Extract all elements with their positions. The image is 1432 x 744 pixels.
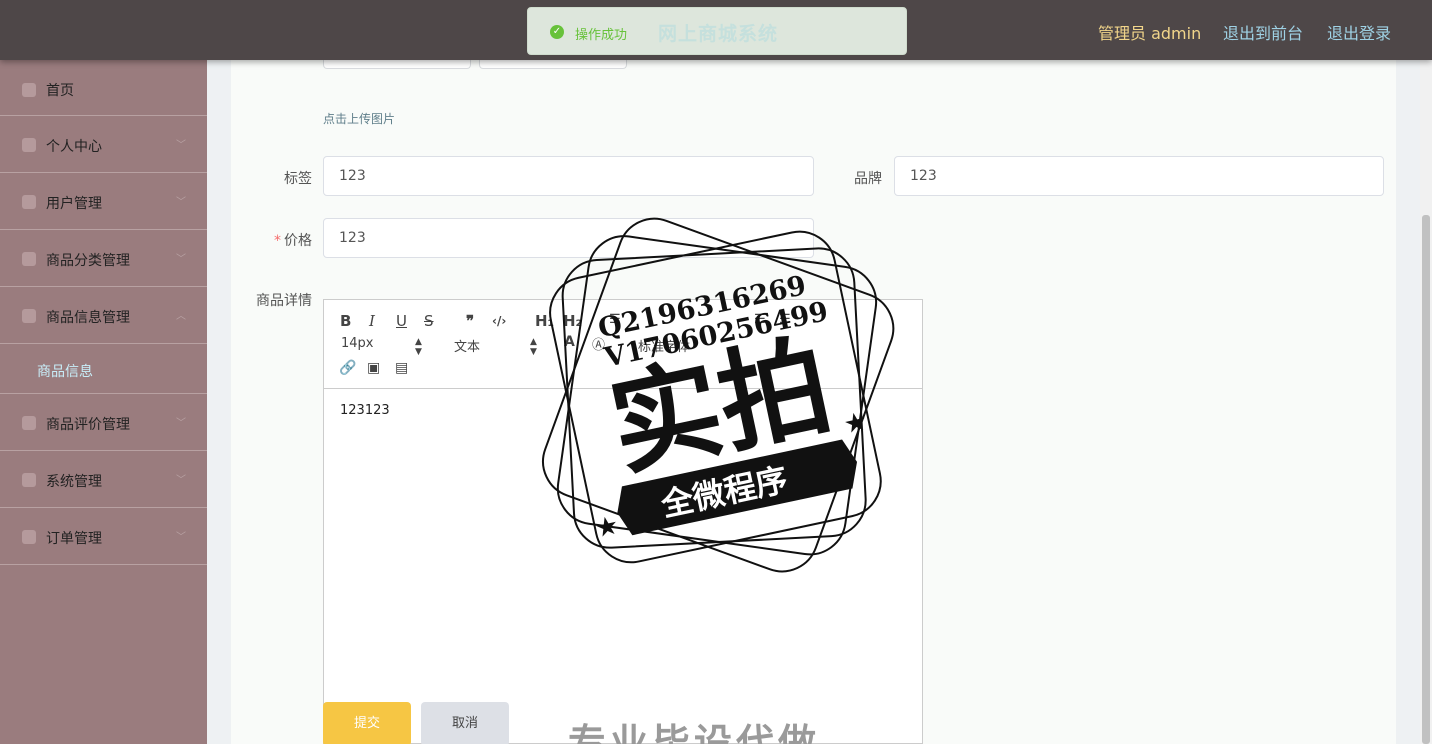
upload-image-slot[interactable] bbox=[479, 60, 627, 69]
sidebar-item-label: 用户管理 bbox=[46, 196, 102, 212]
font-size-select[interactable]: 14px ▲ ▼ bbox=[341, 336, 431, 357]
select-caret-icon: ▲ ▼ bbox=[415, 337, 422, 357]
tag-input[interactable] bbox=[323, 156, 814, 196]
chevron-down-icon: ﹀ bbox=[176, 140, 186, 151]
category-icon bbox=[22, 252, 36, 266]
chevron-down-icon: ﹀ bbox=[176, 418, 186, 429]
tag-label: 标签 bbox=[284, 171, 312, 187]
check-circle-icon: ✓ bbox=[550, 25, 564, 39]
exit-to-front-link[interactable]: 退出到前台 bbox=[1223, 20, 1303, 44]
star-icon: ★ bbox=[592, 510, 621, 544]
sidebar-item-label: 商品信息管理 bbox=[46, 310, 130, 326]
briefcase-icon bbox=[22, 473, 36, 487]
sidebar-item-label: 首页 bbox=[46, 83, 74, 99]
goods-icon bbox=[22, 309, 36, 323]
sidebar-item-label: 个人中心 bbox=[46, 139, 102, 155]
text-type-value: 文本 bbox=[454, 340, 481, 355]
sidebar-item-system-management[interactable]: 系统管理 ﹀ bbox=[0, 451, 207, 508]
sidebar-item-order-management[interactable]: 订单管理 ﹀ bbox=[0, 508, 207, 565]
scrollbar-thumb[interactable] bbox=[1422, 215, 1430, 744]
sidebar-item-label: 商品评价管理 bbox=[46, 417, 130, 433]
strike-button[interactable]: S bbox=[424, 312, 434, 330]
font-size-value: 14px bbox=[341, 336, 374, 351]
detail-label: 商品详情 bbox=[256, 293, 312, 309]
brand-input[interactable] bbox=[894, 156, 1384, 196]
sidebar-item-label: 商品分类管理 bbox=[46, 253, 130, 269]
phone-icon bbox=[22, 195, 36, 209]
chevron-down-icon: ﹀ bbox=[176, 475, 186, 486]
admin-label: 管理员 admin bbox=[1098, 24, 1202, 43]
video-icon[interactable]: ▤ bbox=[395, 360, 408, 376]
blockquote-button[interactable]: ❞ bbox=[466, 312, 474, 330]
sidebar-item-category-management[interactable]: 商品分类管理 ﹀ bbox=[0, 230, 207, 287]
sidebar-item-label: 系统管理 bbox=[46, 474, 102, 490]
user-icon bbox=[22, 138, 36, 152]
price-label-text: 价格 bbox=[284, 233, 312, 249]
sidebar-item-label: 订单管理 bbox=[46, 531, 102, 547]
watermark-stamp: Q2196316269 V17060256499 实拍 全微程序 ★ ★ bbox=[542, 217, 895, 573]
sidebar-menu: 首页 个人中心 ﹀ 用户管理 ﹀ 商品分类管理 ﹀ 商品信息管理 ︿ 商品信息 … bbox=[0, 60, 207, 744]
code-block-button[interactable]: ‹/› bbox=[492, 314, 506, 328]
chevron-down-icon: ﹀ bbox=[176, 532, 186, 543]
sidebar-item-goods-management[interactable]: 商品信息管理 ︿ bbox=[0, 287, 207, 344]
comment-icon bbox=[22, 416, 36, 430]
sidebar-item-home[interactable]: 首页 bbox=[0, 60, 207, 116]
bottom-watermark-text: 专业毕设代做 bbox=[568, 721, 821, 744]
price-label: * 价格 bbox=[250, 230, 312, 250]
sidebar-item-user-management[interactable]: 用户管理 ﹀ bbox=[0, 173, 207, 230]
uploaded-image-thumbnail[interactable] bbox=[323, 60, 471, 69]
app-title-overlay: 网上商城系统 bbox=[658, 23, 779, 45]
chevron-down-icon: ﹀ bbox=[176, 197, 186, 208]
link-icon[interactable]: 🔗 bbox=[339, 360, 356, 376]
success-toast: ✓ 操作成功 网上商城系统 bbox=[527, 7, 907, 55]
sidebar-subitem-goods-info[interactable]: 商品信息 bbox=[0, 344, 207, 394]
editor-content[interactable]: 123123 bbox=[340, 403, 390, 418]
page-scrollbar[interactable] bbox=[1420, 60, 1432, 744]
sidebar-item-personal-center[interactable]: 个人中心 ﹀ bbox=[0, 116, 207, 173]
image-icon[interactable]: ▣ bbox=[367, 360, 380, 376]
sidebar-subitem-label: 商品信息 bbox=[37, 364, 93, 380]
toast-message: 操作成功 bbox=[575, 28, 628, 43]
logout-link[interactable]: 退出登录 bbox=[1327, 20, 1391, 44]
italic-button[interactable]: I bbox=[369, 312, 375, 330]
brand-label: 品牌 bbox=[854, 171, 882, 187]
sidebar-item-review-management[interactable]: 商品评价管理 ﹀ bbox=[0, 394, 207, 451]
upload-image-tip[interactable]: 点击上传图片 bbox=[323, 110, 395, 127]
home-icon bbox=[22, 83, 36, 97]
submit-button[interactable]: 提交 bbox=[323, 702, 411, 744]
required-asterisk: * bbox=[274, 233, 281, 249]
underline-button[interactable]: U bbox=[396, 312, 407, 330]
chevron-down-icon: ﹀ bbox=[176, 254, 186, 265]
bold-button[interactable]: B bbox=[340, 312, 351, 330]
cancel-button[interactable]: 取消 bbox=[421, 702, 509, 744]
chevron-up-icon: ︿ bbox=[176, 311, 186, 322]
order-icon bbox=[22, 530, 36, 544]
